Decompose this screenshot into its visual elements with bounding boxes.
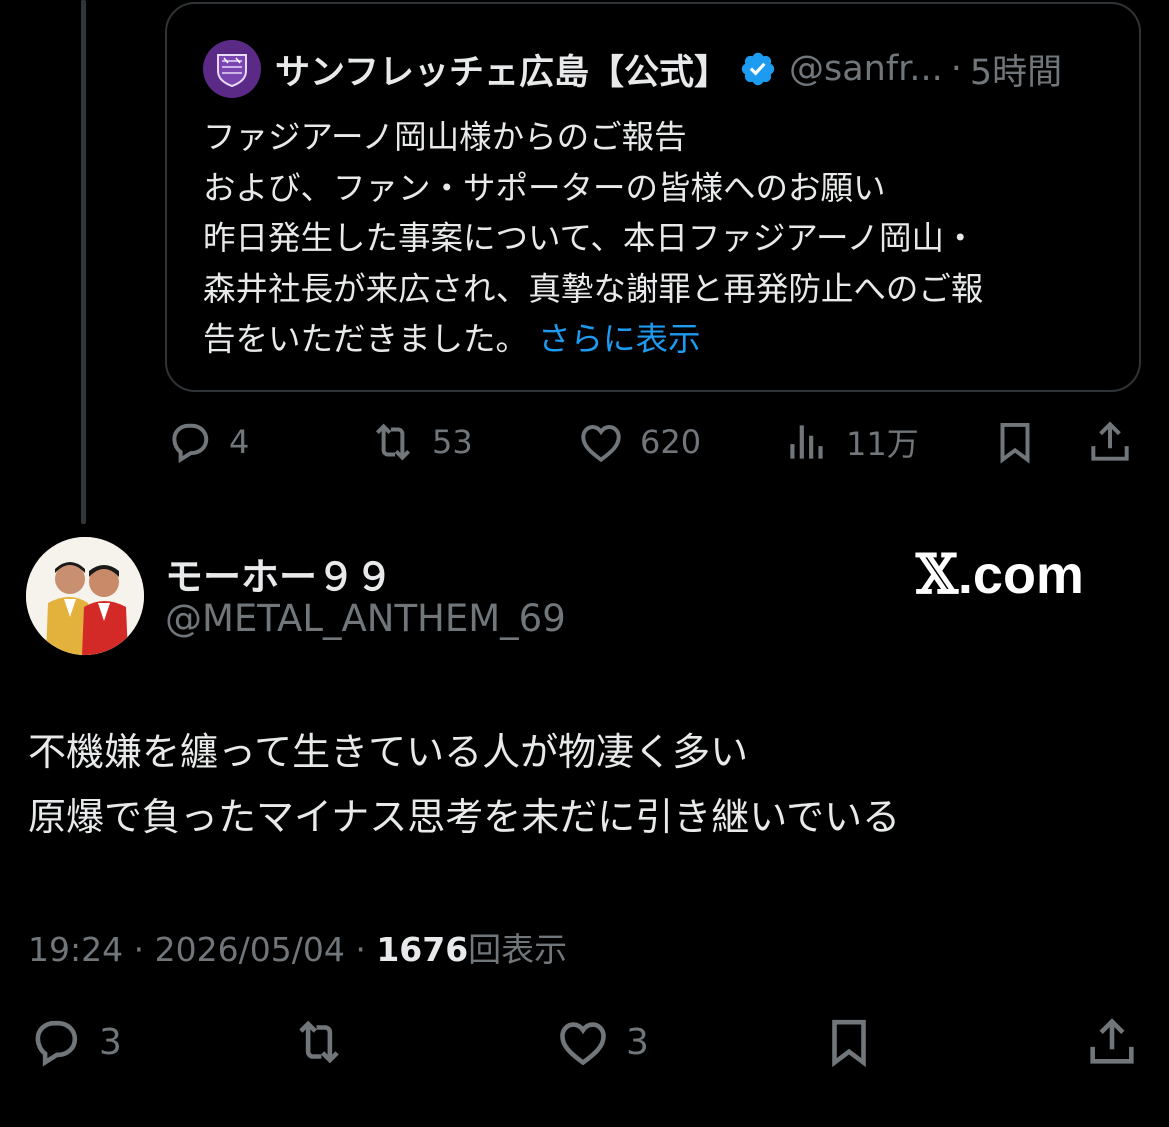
quoted-tweet-actions: 4 53 620 11万 <box>165 410 1141 474</box>
post-meta: 19:24 · 2026/05/04 · 1676回表示 <box>28 923 567 971</box>
quoted-tweet-body: ファジアーノ岡山様からのご報告 および、ファン・サポーターの皆様へのお願い 昨日… <box>203 112 1113 365</box>
like-button[interactable]: 3 <box>554 1010 649 1074</box>
repost-icon <box>375 423 411 461</box>
author-display-name[interactable]: モーホー９９ <box>165 546 393 601</box>
avatar[interactable] <box>26 537 144 655</box>
repost-icon <box>299 1020 339 1064</box>
meta-separator: · <box>355 930 366 969</box>
post-date[interactable]: 2026/05/04 <box>155 930 345 969</box>
post-time[interactable]: 19:24 <box>28 930 123 969</box>
share-icon <box>1091 421 1129 461</box>
post-views-count: 1676 <box>376 930 469 969</box>
like-icon <box>560 1022 606 1066</box>
post-views-label: 回表示 <box>468 930 568 969</box>
like-count: 3 <box>626 1021 649 1063</box>
quoted-tweet-card[interactable]: サンフレッチェ広島【公式】 @sanfr... · 5時間 ファジアーノ岡山様か… <box>165 2 1141 392</box>
watermark-domain: .com <box>957 545 1084 605</box>
reply-icon <box>172 423 209 464</box>
reply-button[interactable]: 3 <box>27 1010 122 1074</box>
views-count: 11万 <box>846 425 919 463</box>
sanfrecce-logo[interactable] <box>203 40 261 98</box>
share-button[interactable] <box>1083 1010 1141 1074</box>
meta-separator: · <box>133 930 145 969</box>
verified-icon <box>739 50 777 88</box>
quoted-author-name[interactable]: サンフレッチェ広島【公式】 <box>275 44 729 95</box>
share-icon <box>1090 1018 1134 1064</box>
club-crest-icon <box>217 54 247 88</box>
bookmark-icon <box>832 1019 866 1068</box>
reply-count: 4 <box>229 423 250 461</box>
x-com-watermark: 𝕏.com <box>916 542 1084 606</box>
reply-icon <box>35 1020 78 1067</box>
bookmark-icon <box>1000 422 1030 464</box>
post-text: 不機嫌を纏って生きている人が物凄く多い 原爆で負ったマイナス思考を未だに引き継い… <box>28 730 901 839</box>
repost-count: 53 <box>432 423 473 461</box>
bookmark-button[interactable] <box>820 1010 878 1074</box>
quoted-author-handle[interactable]: @sanfr... <box>789 49 943 89</box>
show-more-link[interactable]: さらに表示 <box>538 320 701 358</box>
share-button[interactable] <box>1085 410 1135 474</box>
repost-button[interactable] <box>290 1010 348 1074</box>
quoted-tweet-header: サンフレッチェ広島【公式】 @sanfr... · 5時間 <box>203 40 1062 98</box>
like-icon <box>581 425 621 463</box>
thread-line <box>81 0 86 524</box>
like-count: 620 <box>640 423 702 461</box>
reply-count: 3 <box>99 1021 122 1063</box>
x-logo-icon: 𝕏 <box>916 542 958 606</box>
views-button[interactable]: 11万 <box>782 410 919 474</box>
quoted-timestamp[interactable]: 5時間 <box>970 44 1062 95</box>
repost-button[interactable]: 53 <box>368 410 473 474</box>
post-actions: 3 3 <box>0 1010 1169 1080</box>
views-icon <box>790 425 823 459</box>
bookmark-button[interactable] <box>990 410 1040 474</box>
like-button[interactable]: 620 <box>576 410 701 474</box>
avatar-image <box>26 537 144 655</box>
reply-button[interactable]: 4 <box>165 410 249 474</box>
author-handle[interactable]: @METAL_ANTHEM_69 <box>165 597 566 640</box>
meta-separator: · <box>950 49 962 89</box>
